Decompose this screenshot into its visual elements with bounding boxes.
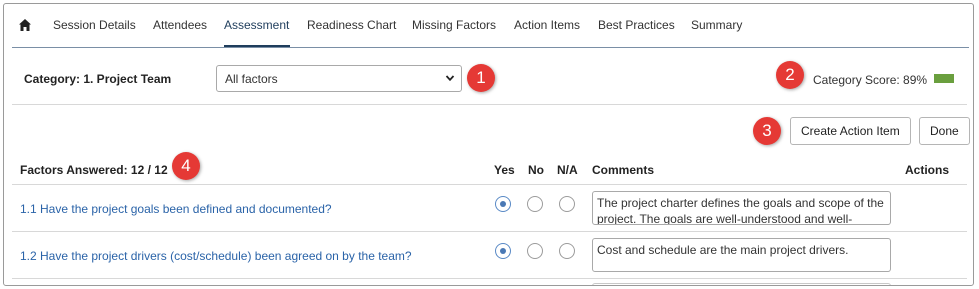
factor-link[interactable]: 1.1 Have the project goals been defined … xyxy=(20,202,332,216)
column-header-no: No xyxy=(528,163,544,177)
header-divider xyxy=(12,184,967,185)
tab-session-details[interactable]: Session Details xyxy=(53,18,136,32)
category-score-bar xyxy=(934,74,954,83)
callout-badge-1: 1 xyxy=(467,64,495,92)
callout-badge-2: 2 xyxy=(776,61,804,89)
factor-filter-select[interactable]: All factors xyxy=(216,65,462,92)
comment-field[interactable] xyxy=(592,283,891,285)
answer-no-radio[interactable] xyxy=(527,243,543,259)
row-divider xyxy=(12,278,967,279)
column-header-comments: Comments xyxy=(592,163,655,177)
factors-answered-count: Factors Answered: 12 / 12 xyxy=(20,163,168,177)
answer-yes-radio[interactable] xyxy=(495,243,511,259)
callout-badge-4: 4 xyxy=(172,152,200,180)
factor-filter-value: All factors xyxy=(225,72,278,86)
tab-bar: Session Details Attendees Assessment Rea… xyxy=(4,4,973,48)
tab-action-items[interactable]: Action Items xyxy=(514,18,580,32)
tab-missing-factors[interactable]: Missing Factors xyxy=(412,18,496,32)
tab-summary[interactable]: Summary xyxy=(691,18,742,32)
answer-yes-radio[interactable] xyxy=(495,196,511,212)
answer-na-radio[interactable] xyxy=(559,196,575,212)
category-label: Category: 1. Project Team xyxy=(24,72,172,86)
row-divider xyxy=(12,231,967,232)
done-button[interactable]: Done xyxy=(919,117,970,145)
tab-best-practices[interactable]: Best Practices xyxy=(598,18,675,32)
column-header-yes: Yes xyxy=(494,163,515,177)
category-score: Category Score: 89% xyxy=(813,73,928,87)
tab-readiness-chart[interactable]: Readiness Chart xyxy=(307,18,396,32)
column-header-na: N/A xyxy=(557,163,578,177)
assessment-panel: Session Details Attendees Assessment Rea… xyxy=(3,3,974,286)
home-icon[interactable] xyxy=(18,18,32,32)
comment-field[interactable]: Cost and schedule are the main project d… xyxy=(592,238,891,272)
column-header-actions: Actions xyxy=(905,163,950,177)
comment-field[interactable]: The project charter defines the goals an… xyxy=(592,191,891,225)
tab-assessment[interactable]: Assessment xyxy=(224,18,289,32)
tab-attendees[interactable]: Attendees xyxy=(153,18,207,32)
create-action-item-button[interactable]: Create Action Item xyxy=(790,117,911,145)
chevron-down-icon xyxy=(445,75,455,82)
answer-na-radio[interactable] xyxy=(559,243,575,259)
callout-badge-3: 3 xyxy=(753,117,781,145)
answer-no-radio[interactable] xyxy=(527,196,543,212)
factor-link[interactable]: 1.2 Have the project drivers (cost/sched… xyxy=(20,249,412,263)
active-tab-indicator xyxy=(224,45,290,47)
section-divider xyxy=(12,104,967,105)
